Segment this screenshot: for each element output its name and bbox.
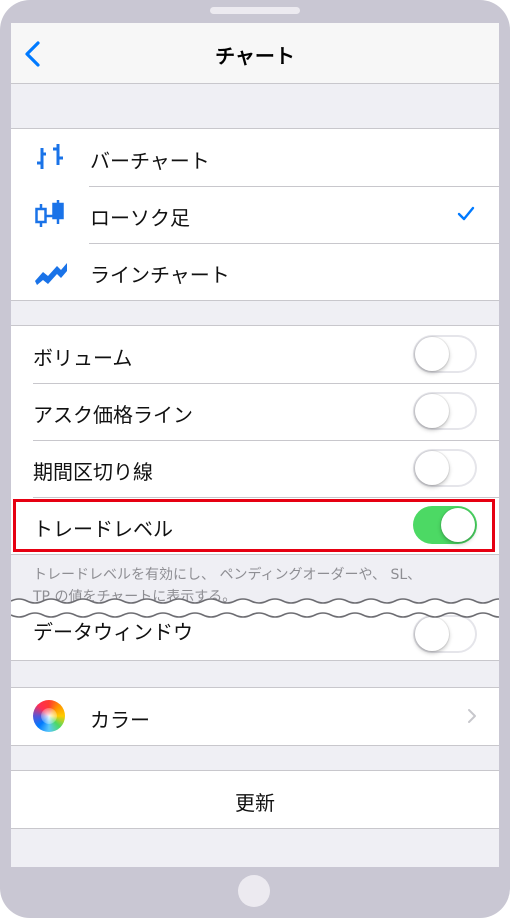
period-separators-label: 期間区切り線 bbox=[33, 460, 153, 484]
chart-type-group: バーチャート ローソク足 ラインチャート bbox=[11, 128, 499, 301]
chart-type-label: ローソク足 bbox=[90, 206, 190, 230]
update-button[interactable]: 更新 bbox=[11, 787, 499, 816]
description-line-1: トレードレベルを有効にし、 ペンディングオーダーや、 SL、 bbox=[33, 567, 422, 583]
switch-knob bbox=[441, 508, 475, 542]
color-group: カラー bbox=[11, 687, 499, 746]
chevron-right-icon bbox=[468, 709, 476, 723]
toggle-row-period-separators: 期間区切り線 bbox=[11, 440, 499, 497]
toggle-group: ボリューム アスク価格ライン 期間区切り線 トレードレベル bbox=[11, 325, 499, 555]
trade-levels-switch[interactable] bbox=[413, 506, 477, 544]
color-row[interactable]: カラー bbox=[11, 688, 499, 745]
checkmark-icon bbox=[457, 206, 475, 221]
screen: チャート バーチャート ローソク足 ラインチャート ボリューム アスク価格ライン… bbox=[11, 23, 499, 867]
phone-frame: チャート バーチャート ローソク足 ラインチャート ボリューム アスク価格ライン… bbox=[0, 0, 510, 918]
bar-chart-icon bbox=[37, 144, 63, 169]
toggle-row-trade-levels: トレードレベル bbox=[11, 497, 499, 554]
chart-type-item-line[interactable]: ラインチャート bbox=[11, 243, 499, 300]
page-title: チャート bbox=[215, 44, 295, 68]
volume-label: ボリューム bbox=[33, 346, 133, 370]
candlestick-icon bbox=[35, 200, 64, 227]
switch-knob bbox=[415, 394, 449, 428]
ask-line-switch[interactable] bbox=[413, 392, 477, 430]
color-wheel-icon bbox=[33, 700, 65, 732]
period-separators-switch[interactable] bbox=[413, 449, 477, 487]
speaker-slot bbox=[210, 7, 300, 14]
chart-type-item-bar[interactable]: バーチャート bbox=[11, 129, 499, 186]
color-label: カラー bbox=[90, 708, 150, 732]
volume-switch[interactable] bbox=[413, 335, 477, 373]
switch-knob bbox=[415, 451, 449, 485]
chart-type-label: ラインチャート bbox=[90, 263, 230, 287]
switch-knob bbox=[415, 617, 449, 651]
torn-edge-divider bbox=[11, 598, 499, 618]
update-group: 更新 bbox=[11, 770, 499, 829]
data-window-switch[interactable] bbox=[413, 615, 477, 653]
switch-knob bbox=[415, 337, 449, 371]
chart-type-item-candlestick[interactable]: ローソク足 bbox=[11, 186, 499, 243]
toggle-row-ask-line: アスク価格ライン bbox=[11, 383, 499, 440]
update-row[interactable]: 更新 bbox=[11, 771, 499, 828]
line-chart-icon bbox=[35, 263, 67, 285]
data-window-label: データウィンドウ bbox=[33, 620, 193, 644]
home-button[interactable] bbox=[238, 875, 270, 907]
chart-type-label: バーチャート bbox=[90, 149, 210, 173]
ask-line-label: アスク価格ライン bbox=[33, 403, 193, 427]
toggle-row-volume: ボリューム bbox=[11, 326, 499, 383]
navigation-bar: チャート bbox=[11, 23, 499, 84]
trade-levels-label: トレードレベル bbox=[33, 517, 173, 541]
